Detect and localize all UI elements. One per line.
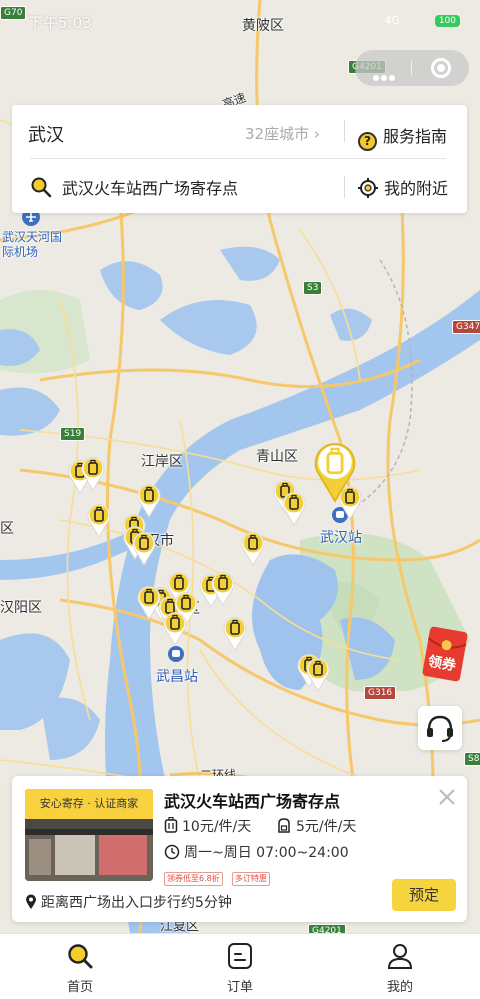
station-label-wuhan: 武汉站 [320,530,362,546]
storage-pin[interactable] [136,482,162,518]
nearby-button[interactable]: 我的附近 [358,175,448,199]
search-card: 武汉 32座城市 › ? 服务指南 武汉火车站西广场寄存点 我的附近 [12,105,467,213]
price-large-value: 10元/件/天 [182,819,252,835]
tab-orders[interactable]: 订单 [195,934,285,999]
price-small-luggage: 5元/件/天 [276,816,356,836]
storage-pin[interactable] [210,570,236,606]
backpack-icon [278,818,290,833]
district-label-jiangan: 江岸区 [141,454,183,470]
row1-divider [344,120,345,142]
clock-icon [164,844,180,860]
merchant-tag: 安心寄存 · 认证商家 [25,789,153,819]
close-icon[interactable] [436,786,458,808]
selected-storage-pin[interactable] [312,438,358,504]
luggage-pin-icon [87,504,111,538]
card-divider [30,158,446,159]
opening-hours-value: 周一~周日 07:00~24:00 [184,845,349,861]
distance-info: 距离西广场出入口步行约5分钟 [25,892,232,912]
order-icon [228,943,252,969]
search-icon [68,944,93,969]
customer-service-button[interactable] [418,706,462,750]
district-label-hanyang: 汉阳区 [0,600,42,616]
route-shield-s19: S19 [60,427,86,441]
battery-indicator: 100 [434,15,460,27]
storage-pin[interactable] [222,615,248,651]
coupon-button[interactable]: 领券 [420,625,470,683]
chevron-right-icon: › [313,125,320,143]
storage-pin[interactable] [240,530,266,566]
more-dots-icon[interactable] [373,66,399,81]
route-shield-g4201-bottom: G4201 [308,924,346,933]
promo-badge-coupon: 领券低至6.8折 [164,872,223,886]
luggage-pin-selected-icon [314,443,356,503]
luggage-pin-icon [241,532,265,566]
book-button[interactable]: 预定 [392,879,456,911]
store-name: 武汉火车站西广场寄存点 [164,792,341,811]
city-row: 武汉 32座城市 › ? 服务指南 [12,105,467,157]
suitcase-icon [164,817,178,833]
close-target-icon[interactable] [431,58,451,78]
storage-pin[interactable] [305,656,331,692]
store-photo: 安心寄存 · 认证商家 [25,789,153,881]
luggage-pin-icon [306,658,330,692]
route-shield-s8: S8 [464,752,480,766]
storage-pin[interactable] [86,502,112,538]
luggage-pin-icon [132,532,156,566]
storage-pin[interactable] [131,530,157,566]
district-label-qingshan: 青山区 [256,449,298,465]
search-icon [31,177,52,198]
city-count-label: 32座城市 [245,125,310,143]
city-count-link[interactable]: 32座城市 › [245,123,320,144]
storage-pin[interactable] [281,490,307,526]
search-row: 武汉火车站西广场寄存点 我的附近 [12,161,467,213]
search-input[interactable]: 武汉火车站西广场寄存点 [62,175,238,199]
storage-pin[interactable] [162,610,188,646]
promo-badge-multi: 多订特惠 [231,872,270,886]
luggage-pin-icon [163,612,187,646]
price-small-value: 5元/件/天 [296,819,357,835]
miniprogram-capsule[interactable] [355,50,469,86]
question-icon: ? [358,132,377,151]
station-label-wuchang: 武昌站 [156,669,198,685]
opening-hours: 周一~周日 07:00~24:00 [164,842,349,862]
route-shield-g347: G347 [452,320,480,334]
airport-label: 武汉天河国际机场 [2,230,63,259]
luggage-pin-icon [282,492,306,526]
route-shield-g316: G316 [364,686,397,700]
profile-icon [387,944,413,969]
price-large-luggage: 10元/件/天 [164,816,251,836]
tab-bar: 首页 订单 我的 [0,933,480,999]
route-shield-s3: S3 [303,281,323,295]
station-icon-wuchang [168,646,184,662]
location-pin-icon [26,894,36,909]
capsule-divider [411,60,412,76]
nearby-label: 我的附近 [384,179,449,198]
locate-icon [358,178,378,198]
tab-home-label: 首页 [66,980,93,995]
tab-orders-label: 订单 [226,980,253,995]
headset-icon [427,715,453,742]
tab-home[interactable]: 首页 [35,934,125,999]
luggage-pin-icon [211,572,235,606]
service-guide-label: 服务指南 [383,127,448,146]
service-guide-button[interactable]: ? 服务指南 [358,123,447,151]
city-name[interactable]: 武汉 [28,121,64,147]
tab-profile-label: 我的 [386,980,413,995]
luggage-pin-icon [223,617,247,651]
row2-divider [344,176,345,198]
store-card[interactable]: 安心寄存 · 认证商家 武汉火车站西广场寄存点 10元/件/天 5元/件/天 周… [12,776,467,922]
district-label-left-fragment: 区 [0,521,14,537]
promo-badges: 领券低至6.8折 多订特惠 [164,866,274,886]
tab-profile[interactable]: 我的 [355,934,445,999]
status-time: 下午5:03 [28,14,92,32]
luggage-pin-icon [81,457,105,491]
distance-value: 距离西广场出入口步行约5分钟 [41,895,232,911]
status-bar: 下午5:03 4G 100 [0,0,480,44]
luggage-pin-icon [137,484,161,518]
storage-pin[interactable] [80,455,106,491]
network-indicator: 4G [384,14,400,27]
